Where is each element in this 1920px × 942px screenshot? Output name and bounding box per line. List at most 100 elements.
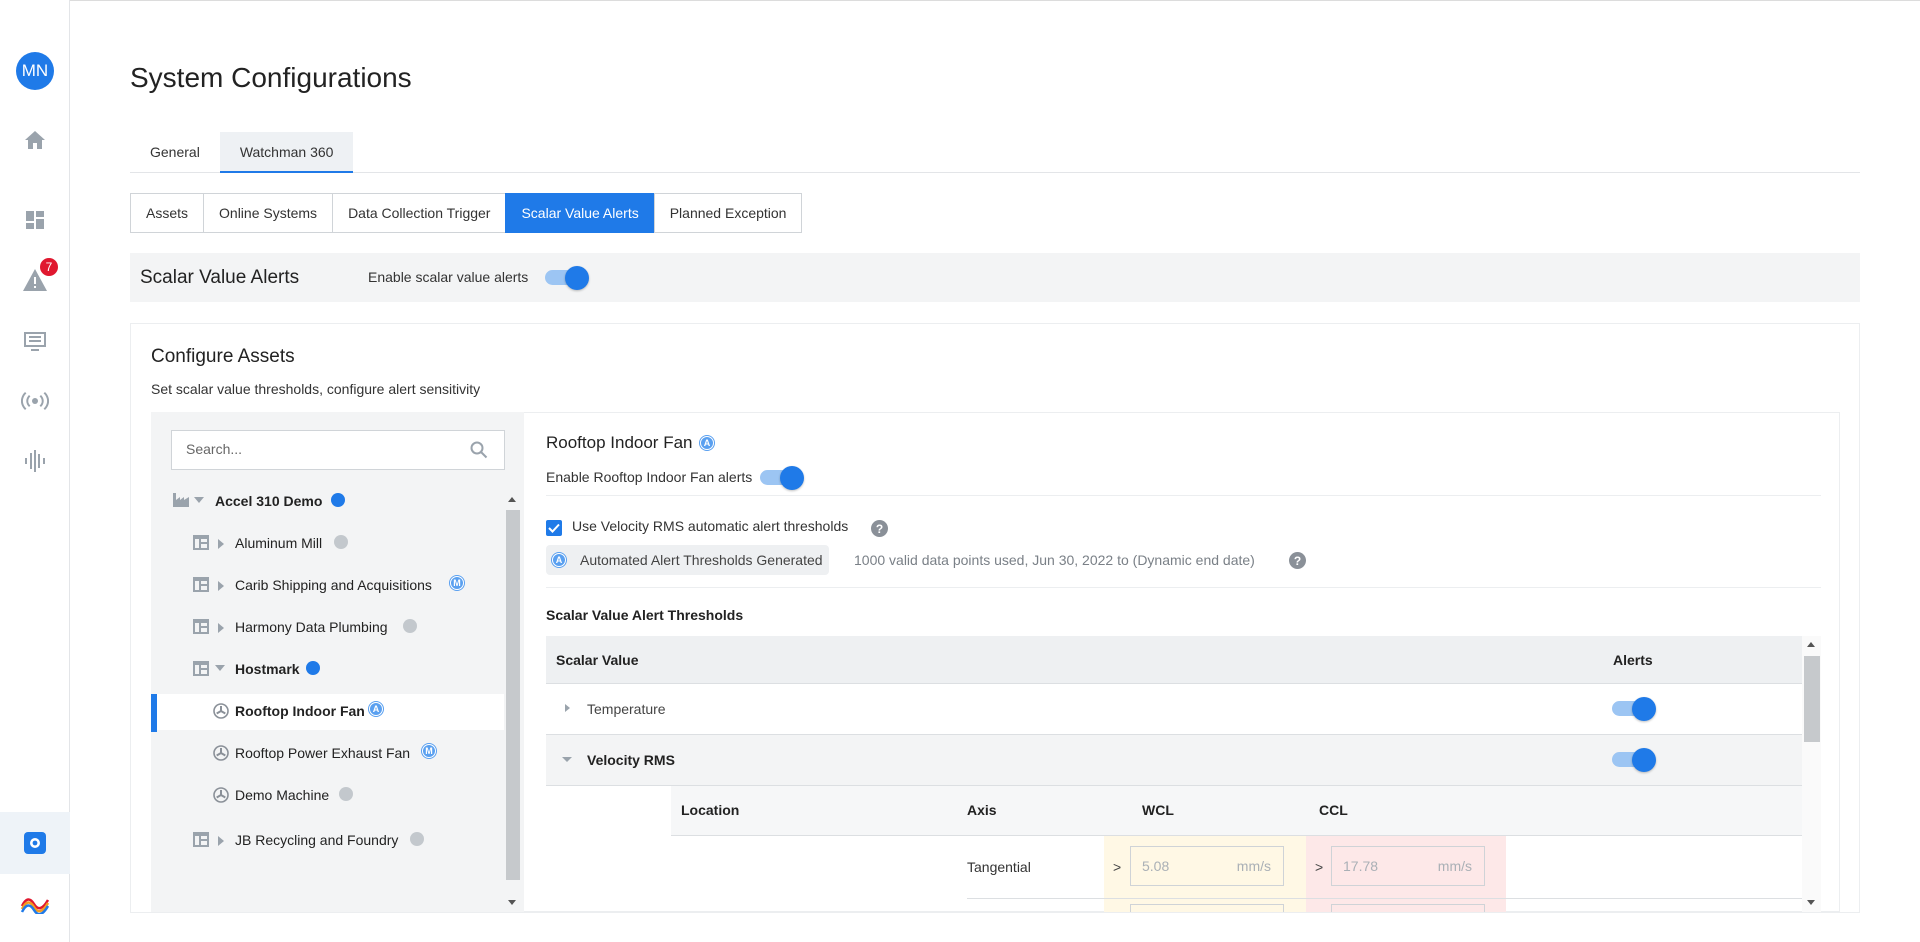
wcl-value: 5.08 <box>1142 858 1170 874</box>
auto-badge: A <box>369 702 383 716</box>
status-dot <box>403 619 417 633</box>
tree-item-label: Harmony Data Plumbing <box>235 619 388 635</box>
fan-icon <box>213 703 229 722</box>
search-input[interactable] <box>186 441 446 457</box>
ccl-unit: mm/s <box>1437 858 1472 874</box>
scrollbar-thumb[interactable] <box>1804 656 1820 742</box>
subtab-planned-exception[interactable]: Planned Exception <box>653 193 803 233</box>
tab-watchman-360[interactable]: Watchman 360 <box>219 132 354 173</box>
tree-item-label: Demo Machine <box>235 787 330 803</box>
scroll-up-icon[interactable] <box>1807 642 1815 647</box>
auto-threshold-checkbox[interactable] <box>546 520 562 536</box>
chevron-right-icon[interactable] <box>218 623 224 633</box>
waveform-icon[interactable] <box>20 446 50 476</box>
subtab-assets[interactable]: Assets <box>130 193 205 233</box>
help-icon[interactable]: ? <box>1289 552 1306 569</box>
chevron-down-icon[interactable] <box>215 665 225 671</box>
chevron-right-icon[interactable] <box>565 704 570 712</box>
tree-item-carib-shipping[interactable]: Carib Shipping and Acquisitions M <box>151 568 504 604</box>
thresholds-title: Scalar Value Alert Thresholds <box>546 607 744 623</box>
fan-icon <box>213 787 229 806</box>
search-icon[interactable] <box>470 441 488 464</box>
tree-item-hostmark[interactable]: Hostmark <box>151 652 504 688</box>
tree-item-rooftop-power-exhaust-fan[interactable]: Rooftop Power Exhaust Fan M <box>151 736 504 772</box>
factory-icon <box>173 493 189 510</box>
ccl-value: 17.78 <box>1343 858 1379 874</box>
tree-item-label: Carib Shipping and Acquisitions <box>235 577 432 593</box>
help-icon[interactable]: ? <box>871 520 888 537</box>
wcl-operator: > <box>1113 859 1122 875</box>
col-scalar-value: Scalar Value <box>556 652 639 668</box>
subtab-data-collection-trigger[interactable]: Data Collection Trigger <box>332 193 507 233</box>
col-wcl: WCL <box>1142 802 1174 818</box>
chevron-right-icon[interactable] <box>218 539 224 549</box>
enable-asset-alerts-toggle[interactable] <box>760 466 804 490</box>
building-icon <box>193 661 209 679</box>
tree-item-accel-310-demo[interactable]: Accel 310 Demo <box>151 484 504 520</box>
subtab-scalar-value-alerts[interactable]: Scalar Value Alerts <box>505 193 655 233</box>
tree-item-harmony-data-plumbing[interactable]: Harmony Data Plumbing <box>151 610 504 646</box>
generated-description: 1000 valid data points used, Jun 30, 202… <box>854 552 1255 568</box>
divider <box>967 898 1802 899</box>
tree-item-label: Aluminum Mill <box>235 535 323 551</box>
divider <box>546 495 1821 496</box>
configure-title: Configure Assets <box>151 346 295 367</box>
wcl-input[interactable]: 5.08 mm/s <box>1130 846 1284 886</box>
manual-badge: M <box>450 576 464 590</box>
search-box <box>171 430 505 470</box>
chevron-right-icon[interactable] <box>218 836 224 846</box>
tree-item-label: JB Recycling and Foundry <box>235 832 399 848</box>
table-row-velocity-rms[interactable]: Velocity RMS <box>546 735 1802 786</box>
avatar[interactable]: MN <box>16 52 54 90</box>
wcl-input-next[interactable] <box>1130 904 1284 912</box>
scroll-down-icon[interactable] <box>508 900 516 905</box>
ccl-input-next[interactable] <box>1331 904 1485 912</box>
table-scrollbar[interactable] <box>1802 636 1821 912</box>
home-icon[interactable] <box>20 125 50 155</box>
enable-scalar-alerts-toggle[interactable] <box>545 266 589 290</box>
chevron-right-icon[interactable] <box>218 581 224 591</box>
axis-label: Tangential <box>967 859 1031 875</box>
manual-badge: M <box>422 744 436 758</box>
asset-name: Rooftop Indoor Fan <box>546 433 693 452</box>
building-icon <box>193 619 209 637</box>
asset-tree-panel: Accel 310 Demo Aluminum Mill Carib Shipp… <box>151 412 524 912</box>
temperature-alert-toggle[interactable] <box>1612 697 1656 721</box>
tree-item-label: Rooftop Power Exhaust Fan <box>235 745 411 761</box>
status-dot <box>339 787 353 801</box>
table-row-temperature[interactable]: Temperature <box>546 684 1802 735</box>
main-tabs: General Watchman 360 <box>130 132 1860 173</box>
wireless-icon[interactable] <box>20 386 50 416</box>
wcl-unit: mm/s <box>1236 858 1271 874</box>
chevron-down-icon[interactable] <box>194 497 204 503</box>
tree-item-jb-recycling[interactable]: JB Recycling and Foundry <box>151 823 504 859</box>
dashboard-icon[interactable] <box>20 205 50 235</box>
settings-gear-icon[interactable] <box>20 828 50 858</box>
top-border <box>0 0 1920 1</box>
nav-rail: MN 7 <box>0 0 70 942</box>
subtab-online-systems[interactable]: Online Systems <box>203 193 334 233</box>
row-name: Velocity RMS <box>587 752 675 768</box>
auto-badge: A <box>700 436 714 450</box>
tree-item-label: Accel 310 Demo <box>215 493 323 509</box>
section-title: Scalar Value Alerts <box>140 267 300 288</box>
divider <box>546 587 1821 588</box>
row-name: Temperature <box>587 701 666 717</box>
brand-logo-icon <box>20 888 50 918</box>
ccl-input[interactable]: 17.78 mm/s <box>1331 846 1485 886</box>
tab-general[interactable]: General <box>130 132 220 173</box>
status-dot <box>331 493 345 507</box>
sub-table-header: Location Axis WCL CCL <box>671 786 1802 836</box>
scroll-down-icon[interactable] <box>1807 900 1815 905</box>
scrollbar-thumb[interactable] <box>506 510 520 880</box>
tree-item-demo-machine[interactable]: Demo Machine <box>151 778 504 814</box>
configure-subtitle: Set scalar value thresholds, configure a… <box>151 381 481 397</box>
tree-item-aluminum-mill[interactable]: Aluminum Mill <box>151 526 504 562</box>
monitor-icon[interactable] <box>20 326 50 356</box>
velocity-rms-alert-toggle[interactable] <box>1612 748 1656 772</box>
scalar-alerts-bar: Scalar Value Alerts Enable scalar value … <box>130 253 1860 302</box>
tree-scrollbar[interactable] <box>504 492 520 910</box>
chevron-down-icon[interactable] <box>562 757 572 762</box>
tree-item-rooftop-indoor-fan[interactable]: Rooftop Indoor Fan A <box>151 694 504 732</box>
scroll-up-icon[interactable] <box>508 497 516 502</box>
